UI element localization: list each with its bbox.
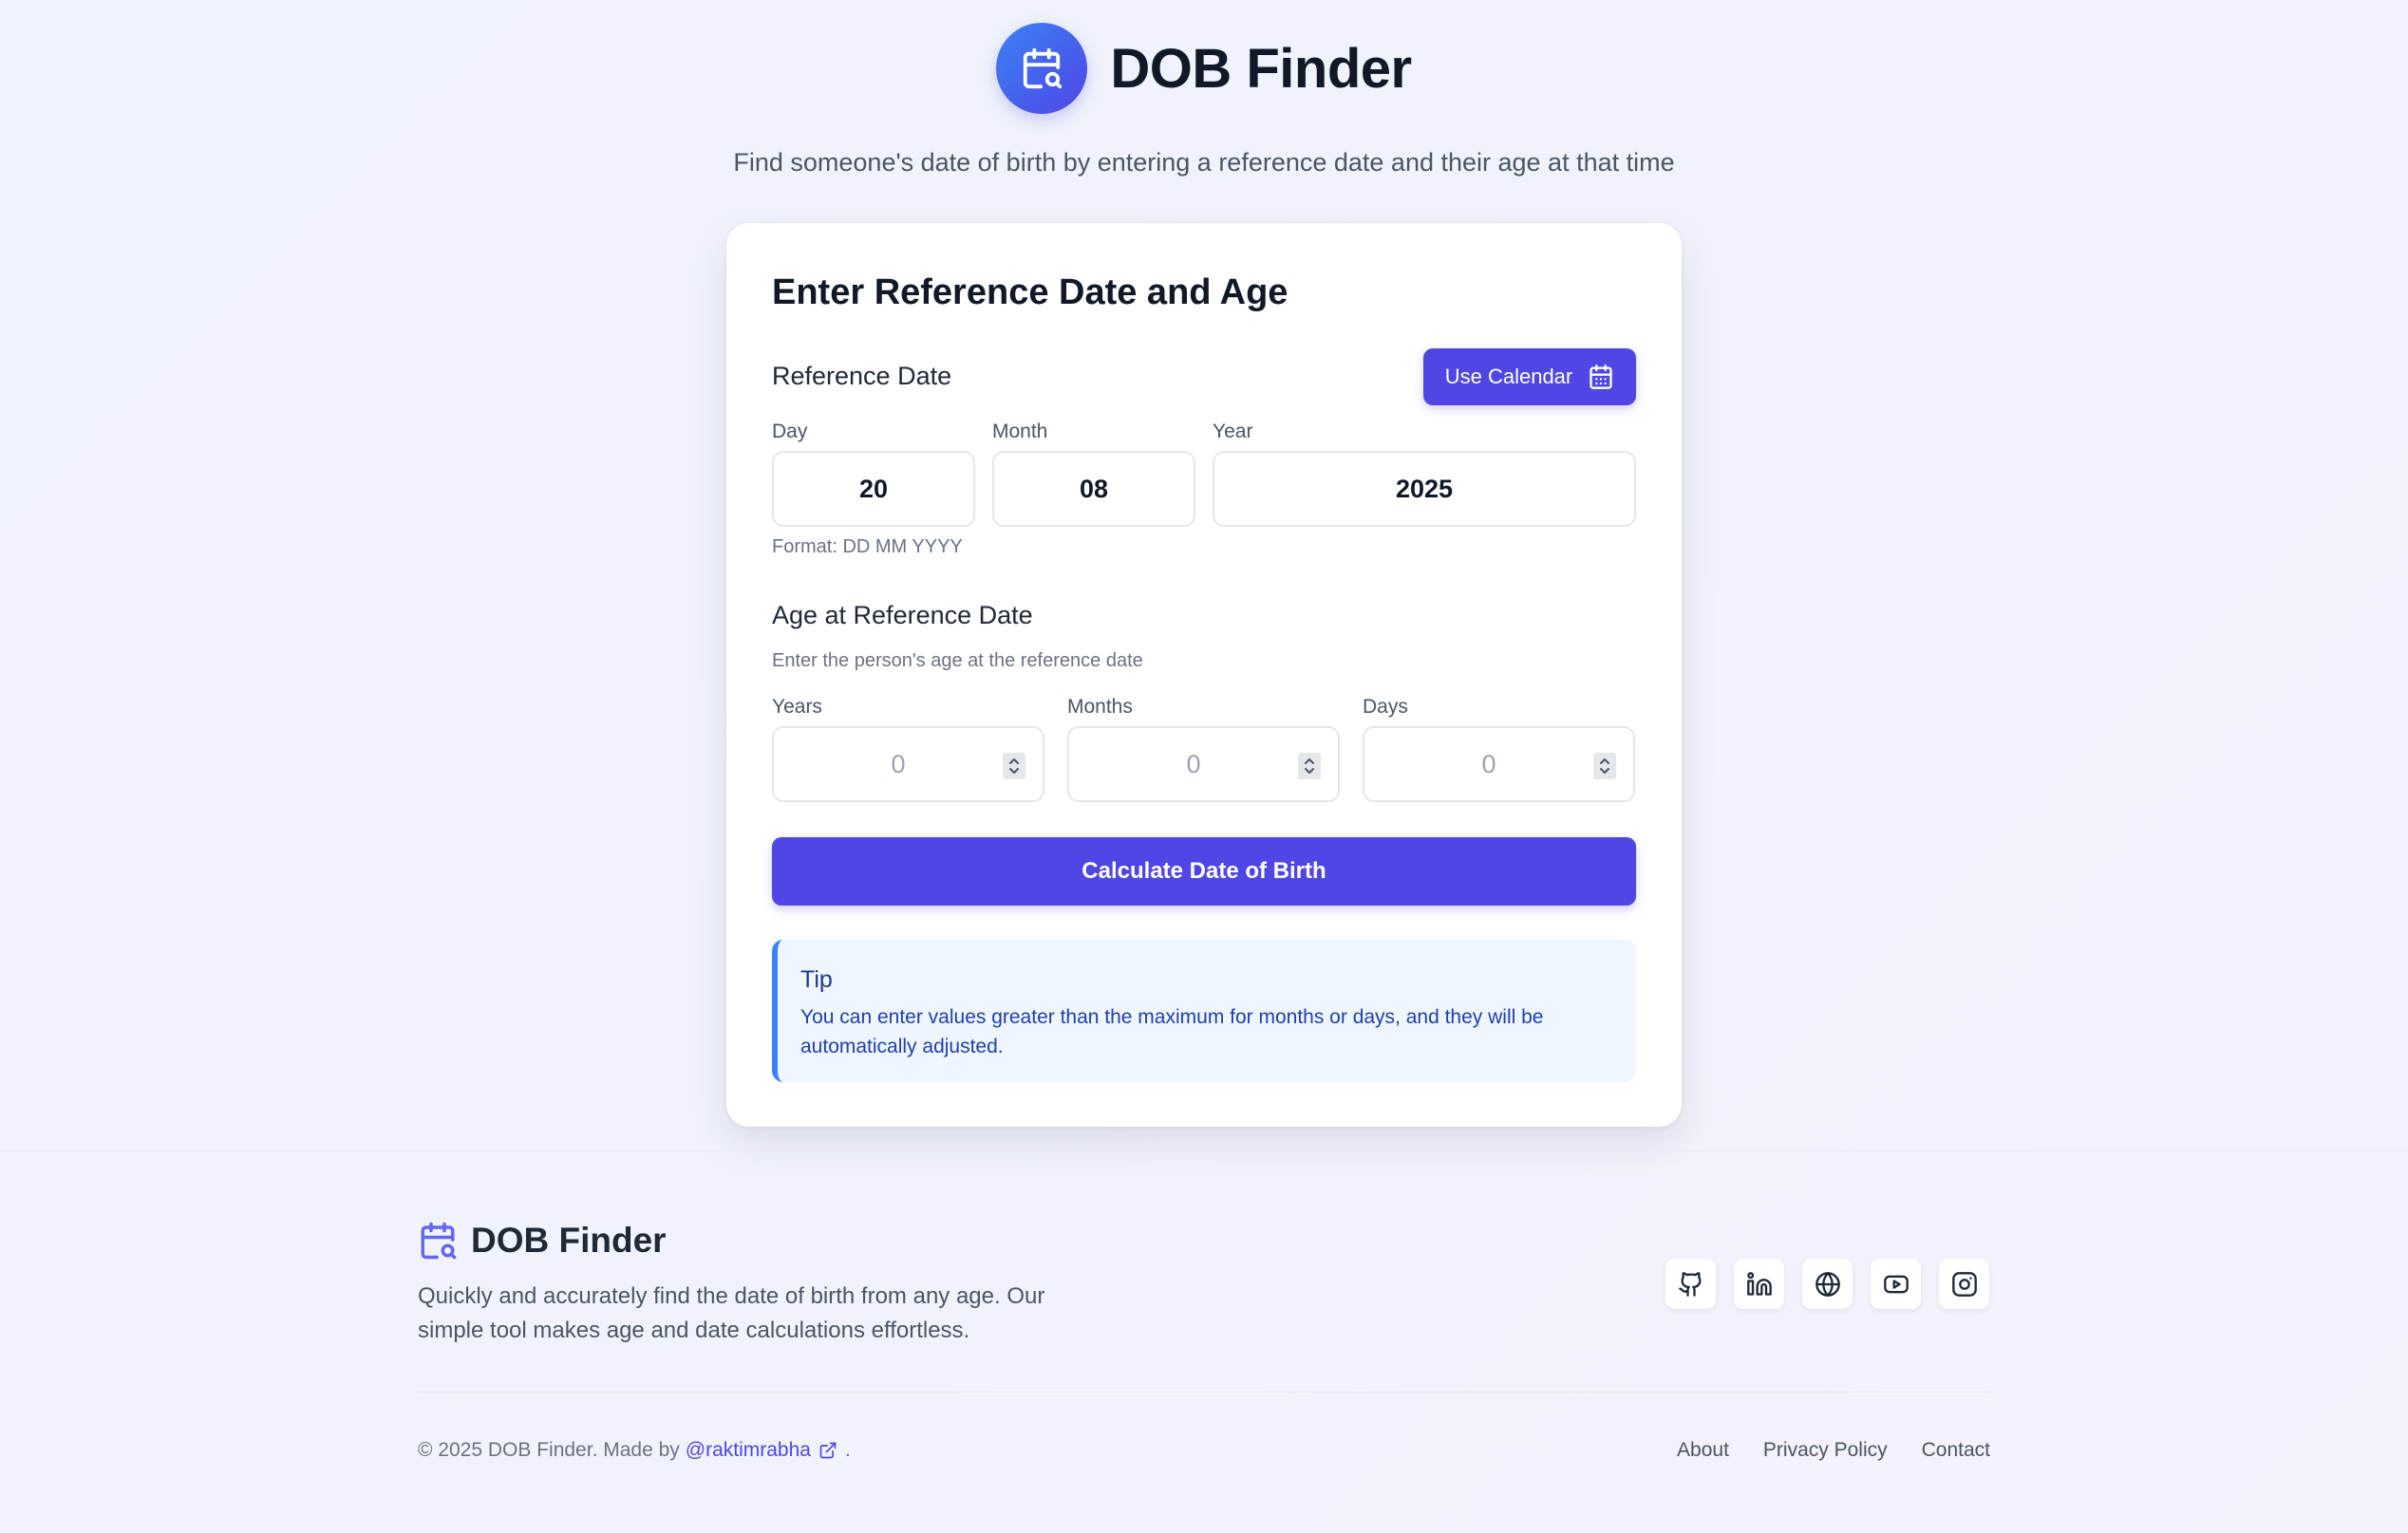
footer-divider	[418, 1392, 1990, 1393]
year-input[interactable]: 2025	[1213, 451, 1636, 527]
footer-brand: DOB Finder	[418, 1221, 667, 1261]
copyright-suffix: .	[844, 1439, 851, 1461]
author-link[interactable]: @raktimrabha	[686, 1439, 837, 1462]
brand: DOB Finder	[0, 23, 2408, 114]
footer-link-about[interactable]: About	[1677, 1439, 1729, 1462]
calendar-search-icon	[1024, 47, 1063, 89]
page-title: DOB Finder	[1110, 37, 1412, 100]
social-links	[1665, 1259, 1989, 1309]
footer-link-privacy-policy[interactable]: Privacy Policy	[1763, 1439, 1888, 1462]
stepper-arrows-icon	[1009, 758, 1019, 774]
external-link-icon	[819, 1442, 837, 1459]
years-placeholder: 0	[891, 750, 906, 778]
instagram-link[interactable]	[1939, 1259, 1989, 1309]
website-link[interactable]	[1802, 1259, 1853, 1309]
tip-text: You can enter values greater than the ma…	[800, 1006, 1544, 1057]
month-label: Month	[992, 421, 1048, 442]
footer-top-border	[0, 1150, 2408, 1151]
use-calendar-button[interactable]: Use Calendar	[1423, 348, 1636, 405]
page-header: DOB Finder Find someone's date of birth …	[0, 23, 2408, 178]
author-handle: @raktimrabha	[685, 1439, 811, 1461]
date-format-hint: Format: DD MM YYYY	[772, 536, 963, 557]
youtube-icon	[1883, 1275, 1909, 1293]
years-spinner[interactable]	[1003, 753, 1025, 779]
days-placeholder: 0	[1481, 750, 1496, 778]
logo-badge	[996, 23, 1088, 114]
globe-icon	[1815, 1271, 1840, 1297]
days-input[interactable]: 0	[1363, 726, 1635, 802]
reference-date-label: Reference Date	[772, 362, 952, 390]
age-section-label: Age at Reference Date	[772, 601, 1033, 629]
years-label: Years	[772, 696, 822, 718]
day-label: Day	[772, 421, 808, 442]
card-title: Enter Reference Date and Age	[772, 272, 1289, 312]
months-label: Months	[1067, 696, 1133, 718]
tip-title: Tip	[800, 966, 833, 993]
copyright-text: © 2025 DOB Finder. Made by	[418, 1439, 680, 1461]
copyright: © 2025 DOB Finder. Made by @raktimrabha …	[418, 1439, 851, 1462]
stepper-arrows-icon	[1305, 758, 1314, 774]
calendar-search-icon	[421, 1222, 457, 1260]
calendar-icon	[1590, 365, 1612, 389]
age-hint: Enter the person's age at the reference …	[772, 650, 1143, 671]
footer-nav: About Privacy Policy Contact	[1677, 1439, 1990, 1462]
youtube-link[interactable]	[1871, 1259, 1921, 1309]
years-input[interactable]: 0	[772, 726, 1044, 802]
year-label: Year	[1213, 421, 1253, 442]
linkedin-link[interactable]	[1734, 1259, 1784, 1309]
days-spinner[interactable]	[1593, 753, 1616, 779]
github-link[interactable]	[1665, 1259, 1716, 1309]
stepper-arrows-icon	[1600, 758, 1609, 774]
github-icon	[1678, 1271, 1702, 1297]
months-input[interactable]: 0	[1067, 726, 1340, 802]
tip-box: Tip You can enter values greater than th…	[772, 940, 1636, 1082]
months-spinner[interactable]	[1298, 753, 1321, 779]
day-input[interactable]: 20	[772, 451, 975, 527]
months-placeholder: 0	[1186, 750, 1201, 778]
month-input[interactable]: 08	[992, 451, 1195, 527]
footer-link-contact[interactable]: Contact	[1922, 1439, 1990, 1462]
use-calendar-label: Use Calendar	[1444, 365, 1573, 388]
instagram-icon	[1951, 1271, 1977, 1297]
footer-brand-title: DOB Finder	[471, 1221, 667, 1260]
linkedin-icon	[1746, 1271, 1772, 1296]
days-label: Days	[1363, 696, 1408, 718]
calculate-dob-button[interactable]: Calculate Date of Birth	[772, 837, 1636, 906]
page-subtitle: Find someone's date of birth by entering…	[733, 148, 1675, 177]
dob-form-card: Enter Reference Date and Age Reference D…	[726, 223, 1682, 1127]
footer-description: Quickly and accurately find the date of …	[418, 1283, 1045, 1343]
